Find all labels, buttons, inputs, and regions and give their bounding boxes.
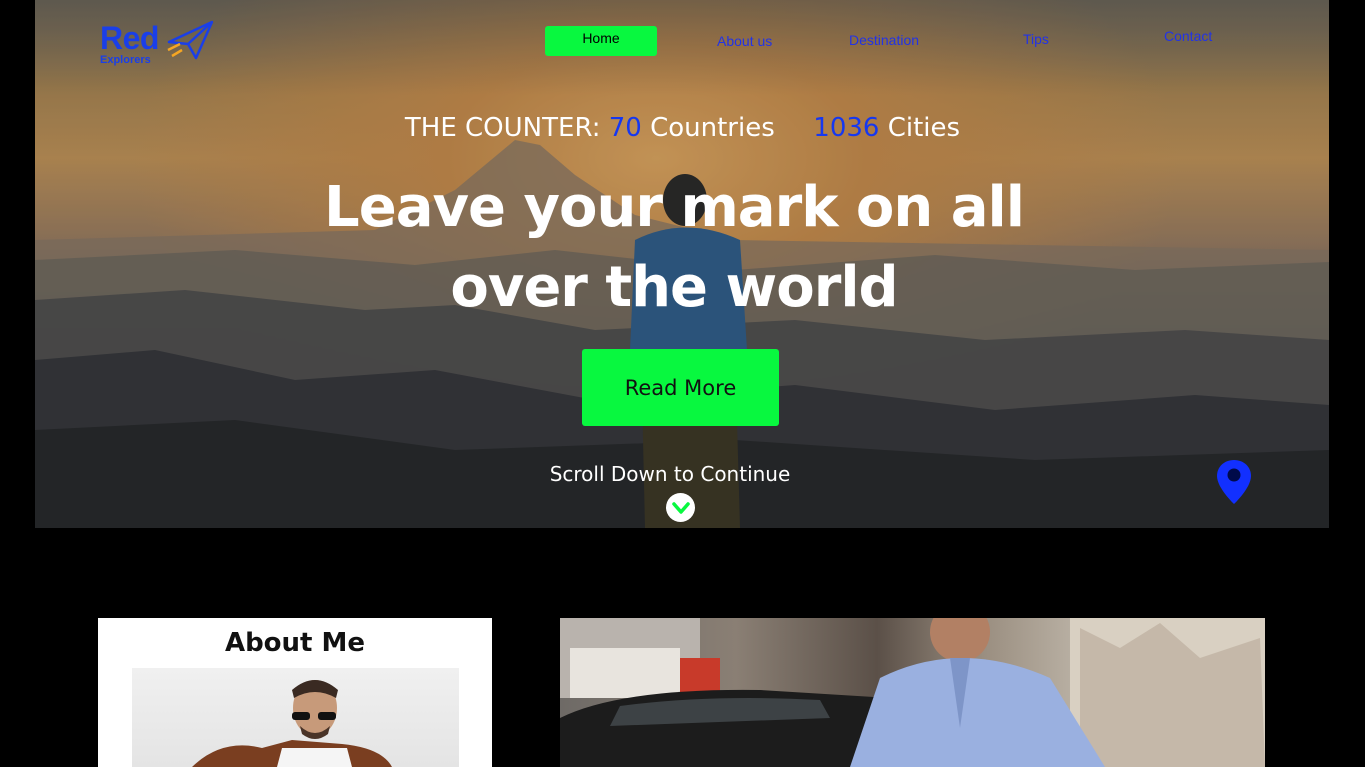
- nav-home[interactable]: Home: [545, 26, 657, 56]
- brand-name: Red: [100, 20, 159, 56]
- cities-label: Cities: [887, 113, 961, 143]
- countries-label: Countries: [650, 113, 775, 143]
- brand-logo[interactable]: Red Explorers: [100, 20, 214, 66]
- paper-plane-icon: [167, 20, 214, 60]
- read-more-button[interactable]: Read More: [582, 349, 779, 426]
- featured-photo: [560, 618, 1265, 767]
- nav-destination[interactable]: Destination: [849, 32, 919, 48]
- chevron-down-icon: [671, 501, 690, 514]
- cities-count: 1036: [813, 113, 880, 143]
- nav-tips[interactable]: Tips: [1023, 31, 1049, 47]
- about-card: About Me: [98, 618, 492, 767]
- countries-count: 70: [608, 113, 642, 143]
- about-photo: [132, 668, 459, 767]
- portrait-image: [192, 680, 392, 767]
- map-pin-icon[interactable]: [1215, 458, 1253, 506]
- brand-tagline: Explorers: [100, 54, 151, 66]
- street-photo-image: [560, 618, 1265, 767]
- headline-line-1: Leave your mark on all: [324, 175, 1025, 240]
- counter-line: THE COUNTER: 70 Countries 1036 Cities: [0, 113, 1365, 143]
- about-title: About Me: [224, 628, 366, 658]
- scroll-down-text: Scroll Down to Continue: [549, 462, 791, 486]
- headline-line-2: over the world: [450, 255, 898, 320]
- nav-contact[interactable]: Contact: [1164, 28, 1212, 44]
- counter-prefix: THE COUNTER:: [404, 113, 601, 143]
- nav-about-us[interactable]: About us: [717, 33, 772, 49]
- hero-headline: Leave your mark on all over the world: [0, 168, 1348, 328]
- scroll-down-button[interactable]: [666, 493, 695, 522]
